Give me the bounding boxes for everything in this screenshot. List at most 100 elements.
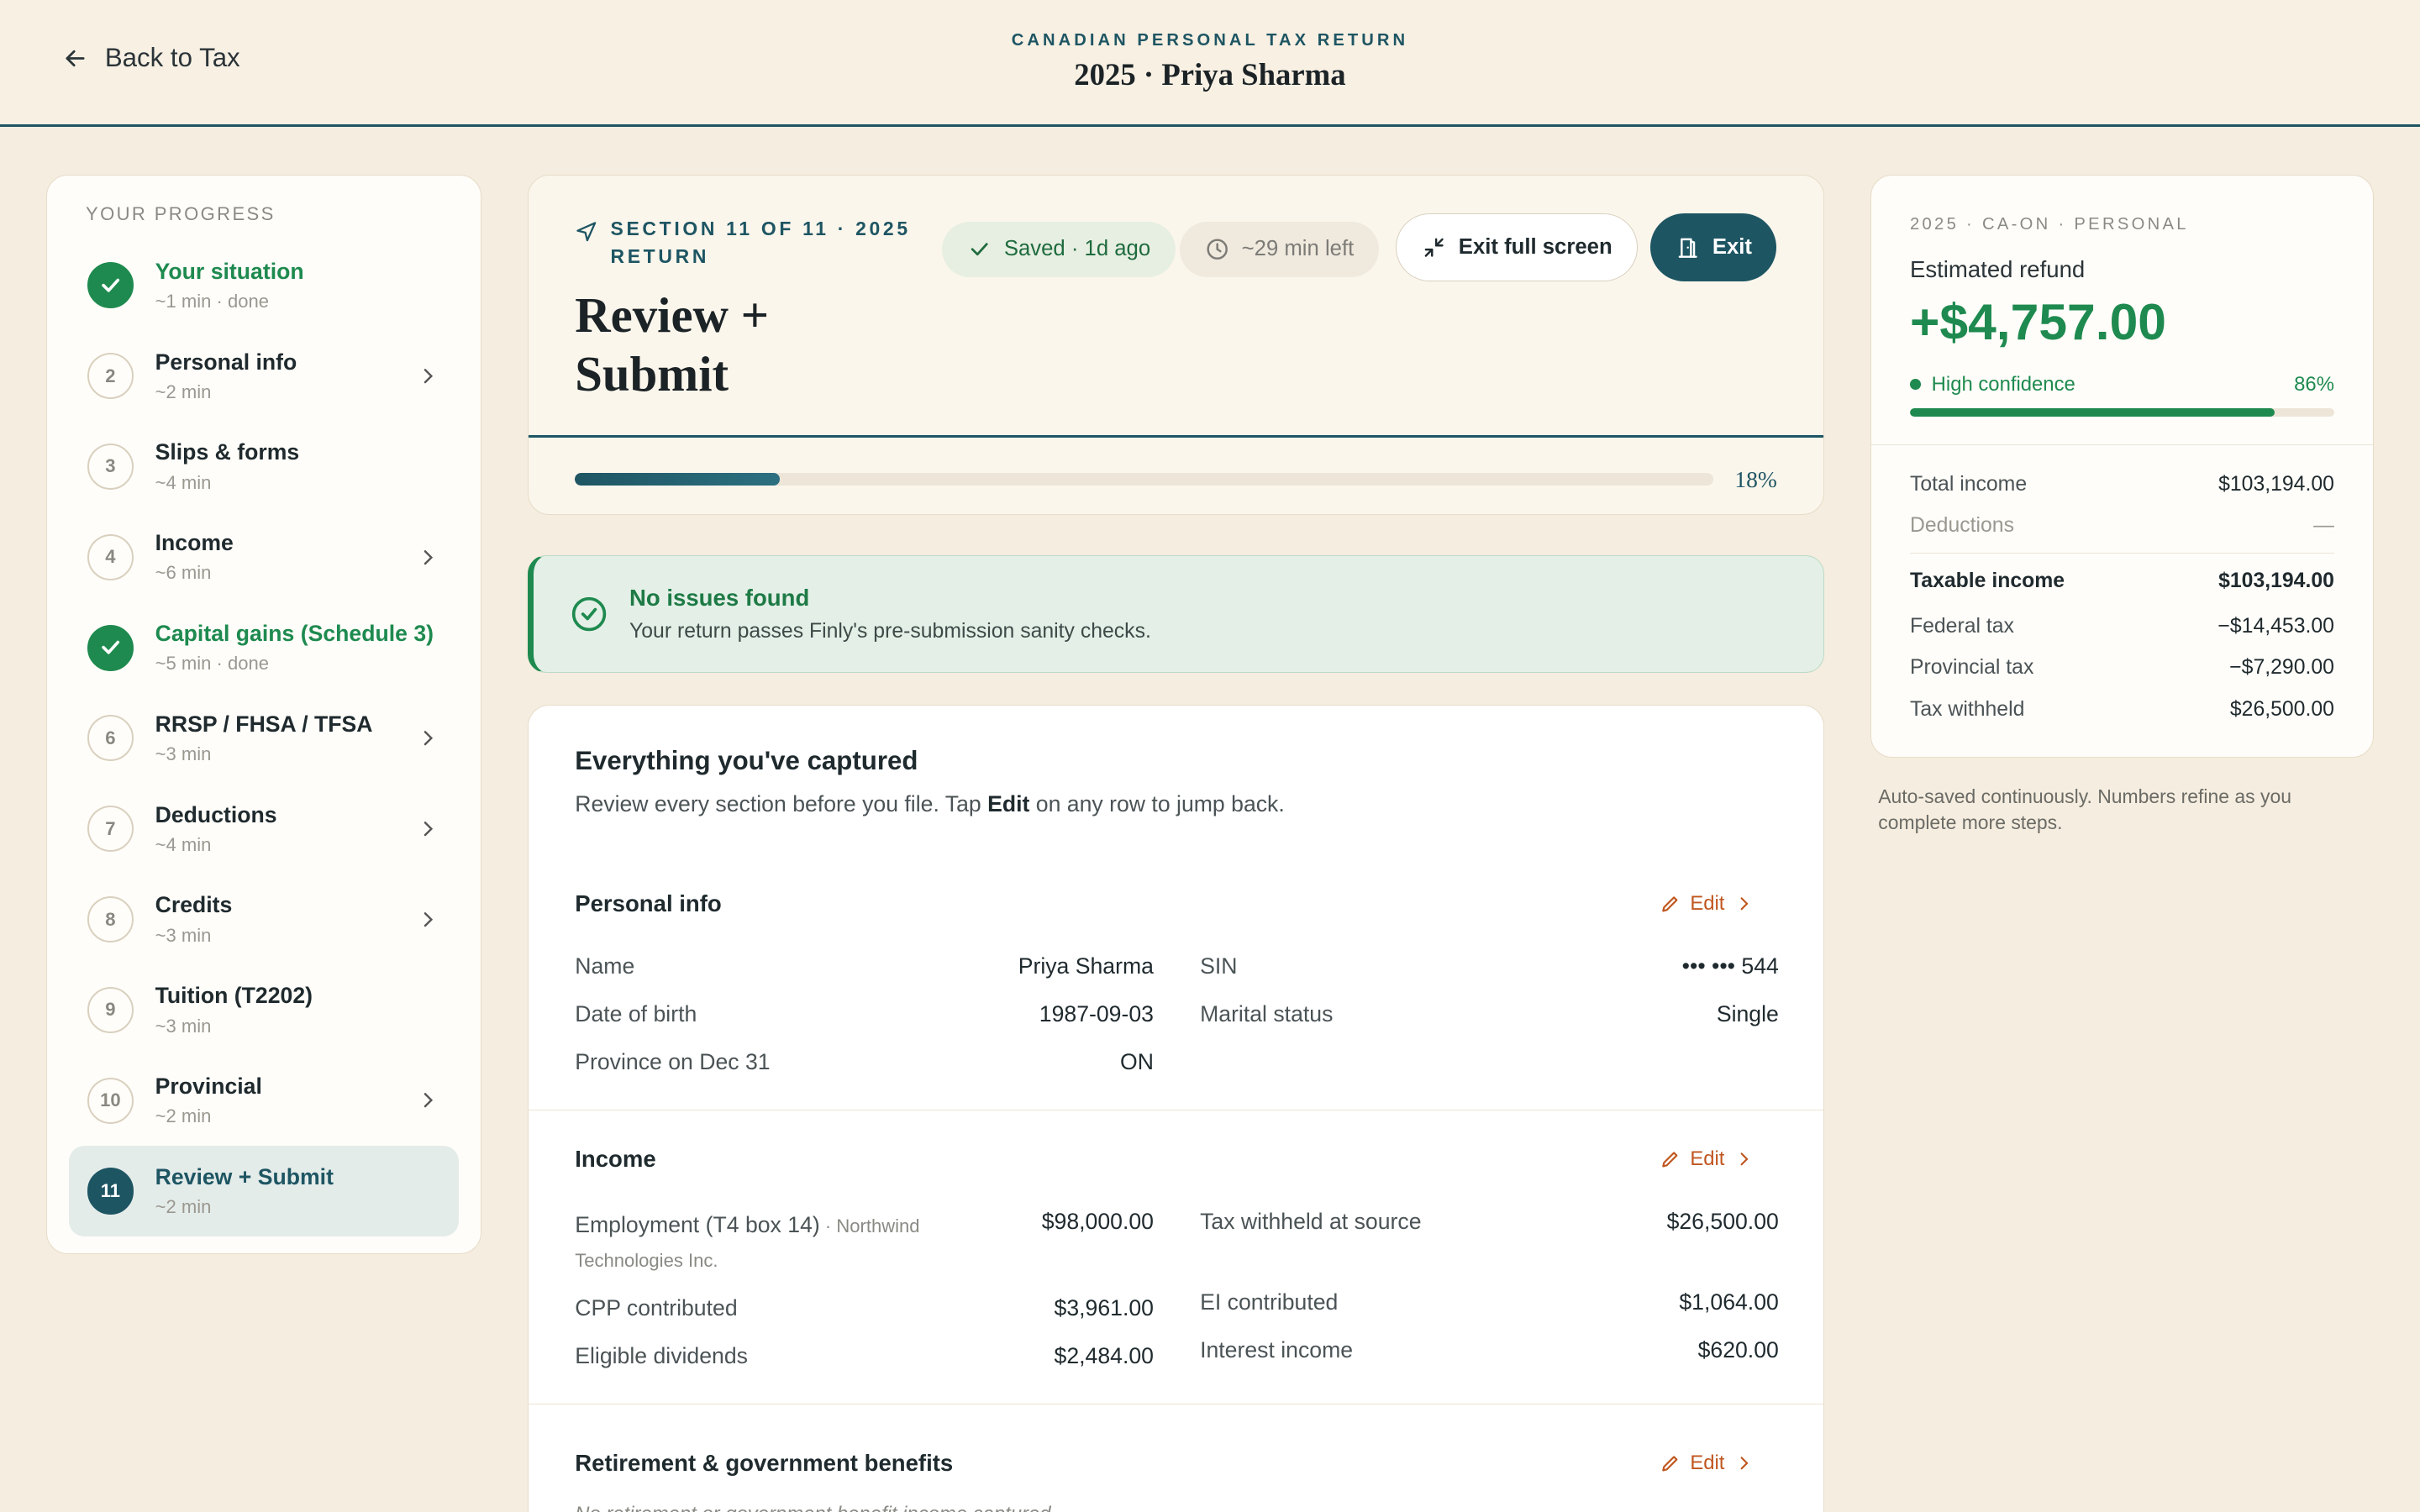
check-icon [98, 273, 123, 297]
edit-income-button[interactable]: Edit [1660, 1147, 1756, 1171]
personal-row: Name Priya Sharma [575, 944, 1154, 992]
section-progress: 18% [575, 466, 1777, 493]
sidebar-step[interactable]: 3 Slips & forms ~4 min [69, 422, 460, 512]
row-value: ••• ••• 544 [1681, 953, 1779, 979]
summary-row: Taxable income $103,194.00 [1909, 553, 2334, 605]
captured-subtitle: Review every section before you file. Ta… [575, 791, 1777, 817]
pencil-icon [1661, 896, 1678, 912]
sidebar-step[interactable]: 2 Personal info ~2 min [69, 331, 460, 422]
step-duration: ~6 min [155, 562, 212, 584]
step-duration: ~2 min [155, 1105, 212, 1127]
step-number: 4 [105, 546, 116, 568]
saved-text: Saved · 1d ago [1003, 237, 1151, 261]
summary-value: — [2313, 514, 2334, 538]
step-indicator: 4 [87, 533, 134, 580]
step-number: 2 [105, 365, 116, 386]
step-indicator [87, 624, 134, 671]
confidence-label: High confidence [1931, 372, 2075, 396]
exit-button[interactable]: Exit [1650, 213, 1777, 282]
step-name: Tuition (T2202) [155, 983, 313, 1009]
status-dot-icon [1909, 379, 1921, 391]
summary-value: $103,194.00 [2218, 569, 2334, 592]
sidebar-step[interactable]: Capital gains (Schedule 3) ~5 min · done [69, 602, 460, 693]
pencil-icon [1661, 1152, 1678, 1168]
edit-label: Edit [1690, 892, 1725, 916]
personal-row: Province on Dec 31 ON [575, 1040, 1154, 1088]
sidebar-step[interactable]: 10 Provincial ~2 min [69, 1055, 460, 1146]
row-key: CPP contributed [575, 1295, 738, 1321]
row-key: Employment (T4 box 14) · Northwind Techn… [575, 1209, 945, 1277]
sidebar-step[interactable]: 9 Tuition (T2202) ~3 min [69, 964, 460, 1055]
confidence-percent: 86% [2294, 372, 2334, 396]
progress-percent: 18% [1734, 465, 1777, 492]
step-indicator [87, 262, 134, 309]
step-number: 3 [105, 455, 116, 477]
top-bar: Back to Tax CANADIAN PERSONAL TAX RETURN… [0, 0, 2420, 127]
step-number: 6 [105, 727, 116, 748]
section-eyebrow-text: SECTION 11 OF 11 · 2025 RETURN [610, 218, 911, 268]
edit-personal-info-button[interactable]: Edit [1660, 892, 1756, 916]
send-icon [576, 222, 597, 242]
edit-retirement-button[interactable]: Edit [1660, 1452, 1756, 1475]
notice-subtitle: Your return passes Finly's pre-submissio… [629, 619, 1151, 643]
step-number: 11 [100, 1179, 121, 1201]
minimize-icon [1424, 238, 1444, 257]
step-duration: ~4 min [155, 833, 212, 855]
retirement-title: Retirement & government benefits [575, 1449, 954, 1476]
step-duration: ~5 min · done [155, 653, 269, 675]
check-circle-icon [572, 596, 607, 632]
step-number: 7 [105, 817, 116, 839]
row-key: Eligible dividends [575, 1343, 748, 1369]
chevron-right-icon [424, 911, 434, 927]
personal-info-block: Personal info Edit Name Priya Sharma Date… [529, 864, 1823, 1110]
row-value: $3,961.00 [1054, 1295, 1154, 1321]
step-duration: ~1 min · done [155, 291, 269, 312]
notice-title: No issues found [629, 585, 810, 612]
step-indicator: 2 [87, 353, 134, 400]
row-value: $26,500.00 [1666, 1209, 1779, 1235]
sidebar-step[interactable]: 8 Credits ~3 min [69, 874, 460, 965]
refund-amount: +$4,757.00 [1909, 293, 2167, 351]
personal-row: Date of birth 1987-09-03 [575, 992, 1154, 1040]
step-duration: ~3 min [155, 924, 212, 946]
summary-key: Deductions [1909, 514, 2014, 538]
progress-track [575, 473, 1713, 486]
summary-row: Provincial tax −$7,290.00 [1910, 647, 2334, 689]
row-value: 1987-09-03 [1039, 1001, 1154, 1027]
sidebar-step[interactable]: 4 Income ~6 min [69, 512, 460, 602]
header-eyebrow: CANADIAN PERSONAL TAX RETURN [1011, 30, 1409, 50]
step-duration: ~3 min [155, 1015, 212, 1037]
refund-label: Estimated refund [1909, 256, 2086, 282]
row-key: SIN [1200, 953, 1238, 979]
time-left-badge: ~29 min left [1180, 221, 1379, 277]
sidebar-step[interactable]: 7 Deductions ~4 min [69, 784, 460, 874]
personal-info-title: Personal info [575, 890, 722, 917]
retirement-empty-text: No retirement or government benefit inco… [575, 1503, 1777, 1512]
progress-sidebar: YOUR PROGRESS Your situation ~1 min · don… [46, 174, 482, 1255]
saved-badge: Saved · 1d ago [942, 221, 1176, 277]
page-title: 2025 · Priya Sharma [1074, 57, 1346, 92]
step-name: Review + Submit [155, 1163, 334, 1189]
income-row: EI contributed $1,064.00 [1200, 1280, 1779, 1328]
step-name: Income [155, 530, 234, 556]
chevron-right-icon [1741, 897, 1749, 911]
step-name: Your situation [155, 258, 304, 284]
summary-rows: Total income $103,194.00 Deductions — Taxabl… [1871, 445, 2373, 749]
income-row: Tax withheld at source $26,500.00 [1200, 1200, 1779, 1280]
section-title: Review + Submit [575, 287, 770, 402]
step-indicator: 7 [87, 806, 134, 853]
sidebar-step[interactable]: Your situation ~1 min · done [69, 240, 460, 331]
step-duration: ~3 min [155, 743, 212, 765]
chevron-right-icon [424, 549, 434, 564]
row-key: EI contributed [1200, 1289, 1339, 1315]
row-value: Priya Sharma [1018, 953, 1154, 979]
sidebar-heading: YOUR PROGRESS [86, 202, 276, 224]
step-indicator: 9 [87, 986, 134, 1033]
edit-label: Edit [1690, 1451, 1725, 1474]
summary-value: $26,500.00 [2229, 697, 2334, 721]
personal-row: SIN ••• ••• 544 [1200, 944, 1779, 992]
exit-full-screen-button[interactable]: Exit full screen [1396, 213, 1639, 282]
sidebar-step[interactable]: 6 RRSP / FHSA / TFSA ~3 min [69, 693, 460, 784]
sidebar-step[interactable]: 11 Review + Submit ~2 min [68, 1146, 460, 1236]
step-number: 10 [100, 1089, 121, 1111]
